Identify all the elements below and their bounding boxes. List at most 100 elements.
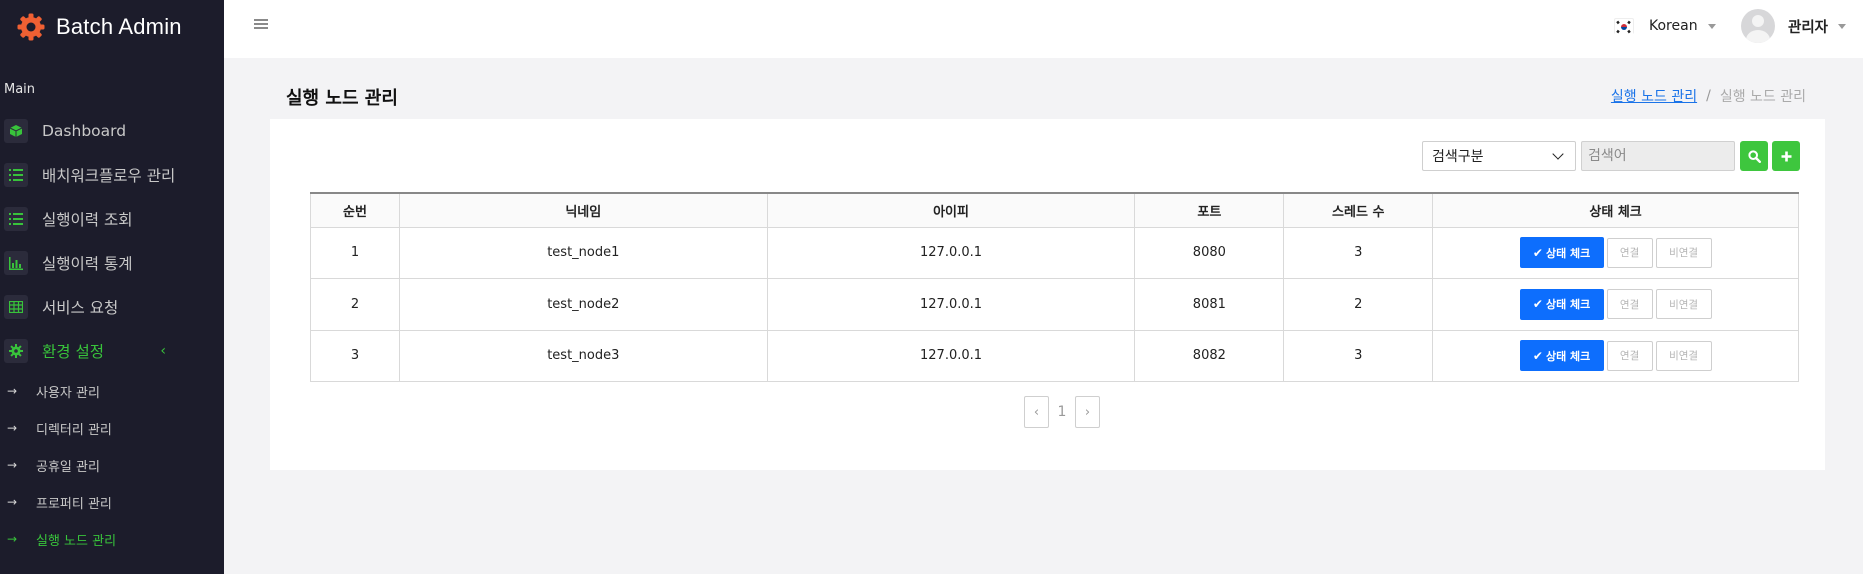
column-header: 순번 <box>310 192 400 228</box>
cell-threads: 3 <box>1283 329 1434 382</box>
sidebar-subitem-label: 디렉터리 관리 <box>36 422 112 438</box>
cell-nickname: test_node3 <box>398 329 768 382</box>
chevron-left-icon: ‹ <box>160 343 166 359</box>
sidebar-subitem-holidays[interactable]: → 공휴일 관리 <box>0 452 224 478</box>
sidebar-item-label: 서비스 요청 <box>42 299 119 317</box>
brand[interactable]: Batch Admin <box>16 10 182 44</box>
connect-button[interactable]: 연결 <box>1606 289 1653 320</box>
cell-port: 8081 <box>1134 278 1285 331</box>
korea-flag-icon <box>1614 18 1634 34</box>
prev-page-button[interactable]: ‹ <box>1024 396 1049 428</box>
search-type-select[interactable]: 검색구분 <box>1422 141 1576 171</box>
plus-icon <box>1781 151 1791 161</box>
sidebar-item-label: Dashboard <box>42 122 127 140</box>
cell-actions: ✔ 상태 체크 연결 비연결 <box>1432 278 1799 331</box>
pagination: ‹ 1 › <box>1024 396 1100 428</box>
user-name: 관리자 <box>1788 19 1829 36</box>
table-icon <box>4 295 28 319</box>
search-icon <box>1747 149 1761 163</box>
disconnect-button[interactable]: 비연결 <box>1655 340 1712 371</box>
content-card: 검색구분 순번 닉네임 아이피 포트 스레드 수 상태 체크 1 test_n <box>270 119 1825 470</box>
arrow-right-icon: → <box>7 532 18 546</box>
disconnect-button[interactable]: 비연결 <box>1655 237 1712 268</box>
breadcrumb-link[interactable]: 실행 노드 관리 <box>1611 86 1697 106</box>
column-header: 스레드 수 <box>1283 192 1434 228</box>
sidebar-item-service-request[interactable]: 서비스 요청 <box>0 290 224 324</box>
arrow-right-icon: → <box>7 384 18 398</box>
language-label: Korean <box>1649 18 1698 34</box>
column-header: 아이피 <box>766 192 1136 228</box>
disconnect-button[interactable]: 비연결 <box>1655 289 1712 320</box>
search-input[interactable] <box>1581 141 1735 171</box>
column-header: 상태 체크 <box>1432 192 1799 228</box>
column-header: 닉네임 <box>398 192 768 228</box>
bar-chart-icon <box>4 251 28 275</box>
table-row[interactable]: 1 test_node1 127.0.0.1 8080 3 ✔ 상태 체크 연결 비연… <box>310 226 1799 279</box>
cell-actions: ✔ 상태 체크 연결 비연결 <box>1432 329 1799 382</box>
check-icon: ✔ <box>1532 297 1543 312</box>
sidebar-subitem-label: 프로퍼티 관리 <box>36 496 112 512</box>
table-row[interactable]: 3 test_node3 127.0.0.1 8082 3 ✔ 상태 체크 연결 비연… <box>310 329 1799 382</box>
sidebar-item-statistics[interactable]: 실행이력 통계 <box>0 246 224 280</box>
caret-down-icon <box>1707 23 1716 29</box>
sidebar-subitem-exec-nodes[interactable]: → 실행 노드 관리 <box>0 526 224 552</box>
chevron-down-icon <box>1552 148 1564 160</box>
cell-threads: 2 <box>1283 278 1434 331</box>
add-button[interactable] <box>1772 141 1800 171</box>
page-number[interactable]: 1 <box>1049 404 1075 420</box>
avatar <box>1741 9 1775 43</box>
check-icon: ✔ <box>1532 348 1543 363</box>
next-page-button[interactable]: › <box>1075 396 1100 428</box>
cell-nickname: test_node2 <box>398 278 768 331</box>
gear-logo-icon <box>16 12 46 42</box>
sidebar-subitem-properties[interactable]: → 프로퍼티 관리 <box>0 489 224 515</box>
app-name: Batch Admin <box>56 14 182 39</box>
chevron-right-icon: › <box>1084 404 1091 420</box>
sidebar-subitem-users[interactable]: → 사용자 관리 <box>0 378 224 404</box>
status-check-button[interactable]: ✔ 상태 체크 <box>1519 237 1604 269</box>
caret-down-icon <box>1838 23 1847 29</box>
table-row[interactable]: 2 test_node2 127.0.0.1 8081 2 ✔ 상태 체크 연결 비연… <box>310 278 1799 331</box>
arrow-right-icon: → <box>7 495 18 509</box>
cell-no: 2 <box>310 278 400 331</box>
connect-button[interactable]: 연결 <box>1606 237 1653 268</box>
check-icon: ✔ <box>1532 245 1543 260</box>
node-table: 순번 닉네임 아이피 포트 스레드 수 상태 체크 1 test_node1 1… <box>310 192 1799 382</box>
user-menu[interactable]: 관리자 <box>1741 9 1847 43</box>
connect-button[interactable]: 연결 <box>1606 340 1653 371</box>
status-check-label: 상태 체크 <box>1545 298 1591 312</box>
cell-ip: 127.0.0.1 <box>766 329 1136 382</box>
sidebar-subitem-directory[interactable]: → 디렉터리 관리 <box>0 415 224 441</box>
sidebar-item-label: 환경 설정 <box>42 343 104 361</box>
status-check-label: 상태 체크 <box>1545 349 1591 363</box>
sidebar-item-batch-workflow[interactable]: 배치워크플로우 관리 <box>0 158 224 192</box>
breadcrumb-current: 실행 노드 관리 <box>1719 89 1806 105</box>
cell-no: 1 <box>310 226 400 279</box>
cell-nickname: test_node1 <box>398 226 768 279</box>
cell-port: 8080 <box>1134 226 1285 279</box>
sidebar: Batch Admin Main Dashboard 배치워크플로우 관리 실행… <box>0 0 224 574</box>
list-icon <box>4 163 28 187</box>
cell-port: 8082 <box>1134 329 1285 382</box>
list-icon <box>4 207 28 231</box>
language-selector[interactable]: Korean <box>1614 12 1716 40</box>
status-check-label: 상태 체크 <box>1545 246 1591 260</box>
sidebar-subitem-label: 실행 노드 관리 <box>36 533 117 549</box>
sidebar-item-label: 실행이력 조회 <box>42 211 133 229</box>
search-button[interactable] <box>1740 141 1768 171</box>
sidebar-item-history[interactable]: 실행이력 조회 <box>0 202 224 236</box>
arrow-right-icon: → <box>7 458 18 472</box>
menu-toggle-icon[interactable] <box>254 19 268 31</box>
sidebar-item-label: 실행이력 통계 <box>42 255 133 273</box>
sidebar-item-label: 배치워크플로우 관리 <box>42 167 176 185</box>
search-type-value: 검색구분 <box>1432 149 1484 165</box>
cell-no: 3 <box>310 329 400 382</box>
breadcrumb: 실행 노드 관리 / 실행 노드 관리 <box>1611 86 1806 106</box>
cell-ip: 127.0.0.1 <box>766 226 1136 279</box>
sidebar-item-dashboard[interactable]: Dashboard <box>0 114 224 148</box>
column-header: 포트 <box>1134 192 1285 228</box>
status-check-button[interactable]: ✔ 상태 체크 <box>1519 340 1604 372</box>
status-check-button[interactable]: ✔ 상태 체크 <box>1519 288 1604 320</box>
sidebar-item-settings[interactable]: 환경 설정 ‹ <box>0 334 224 368</box>
page-title: 실행 노드 관리 <box>286 88 398 109</box>
